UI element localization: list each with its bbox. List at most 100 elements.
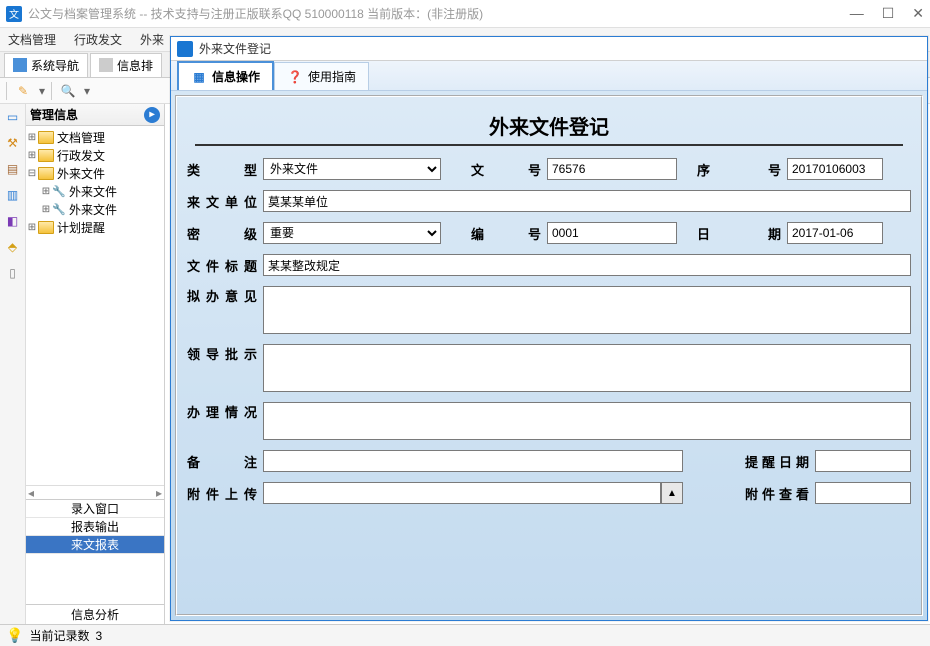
menu-item[interactable]: 行政发文 [74,31,122,48]
status-bar: 💡 当前记录数 3 [0,624,930,646]
label-upload: 附件上传 [187,484,263,503]
status-label: 当前记录数 [29,627,89,644]
form-area: 外来文件登记 类 型 外来文件 文 号 序 号 来文单位 密 级 重要 编 号 … [171,91,927,620]
folder-icon [38,131,54,144]
textarea-approve[interactable] [263,344,911,392]
separator [6,82,7,100]
close-button[interactable]: ✕ [912,5,924,22]
input-docno[interactable] [547,158,677,180]
label-approve: 领导批示 [187,344,263,363]
label-remind: 提醒日期 [745,452,815,471]
label-remark: 备 注 [187,452,263,471]
menu-item[interactable]: 外来 [140,31,164,48]
form-row: 类 型 外来文件 文 号 序 号 [187,158,911,180]
tree-body: ⊞文档管理 ⊞行政发文 ⊟外来文件 ⊞🔧外来文件 ⊞🔧外来文件 ⊞计划提醒 [26,126,164,485]
child-title-text: 外来文件登记 [199,40,271,57]
left-icon-rail: ▭ ⚒ ▤ ▥ ◧ ⬘ ▯ [0,104,26,624]
textarea-handle[interactable] [263,402,911,440]
minimize-button[interactable]: — [850,5,864,22]
side-item-report[interactable]: 报表输出 [26,518,164,536]
input-code[interactable] [547,222,677,244]
select-sec[interactable]: 重要 [263,222,441,244]
child-titlebar: 外来文件登记 [171,37,927,61]
tab-guide[interactable]: ❓ 使用指南 [274,62,369,90]
clipboard-icon[interactable]: ▯ [4,264,22,282]
hammer-icon: 🔧 [52,184,66,198]
side-list: 录入窗口 报表输出 来文报表 信息分析 [26,499,164,624]
tools-icon[interactable]: ⚒ [4,134,22,152]
nav-tab-label: 系统导航 [31,57,79,74]
page-icon[interactable]: ▥ [4,186,22,204]
label-sec: 密 级 [187,224,263,243]
label-docno: 文 号 [441,160,547,179]
dropdown-icon[interactable]: ▾ [84,84,90,98]
list-icon [99,58,113,72]
child-tab-strip: ▦ 信息操作 ❓ 使用指南 [171,61,927,91]
tab-label: 使用指南 [308,68,356,85]
input-view[interactable] [815,482,911,504]
app-icon [177,41,193,57]
window-controls: — ☐ ✕ [850,5,924,22]
title-underline [195,144,903,146]
maximize-button[interactable]: ☐ [882,5,895,22]
separator [51,82,52,100]
bulb-icon: 💡 [6,627,23,644]
doc-icon[interactable]: ▤ [4,160,22,178]
status-value: 3 [95,629,102,643]
tree-node[interactable]: ⊞文档管理 [26,128,164,146]
help-icon: ❓ [287,69,303,85]
tree-node[interactable]: ⊞行政发文 [26,146,164,164]
tree-node[interactable]: ⊟外来文件 [26,164,164,182]
label-handle: 办理情况 [187,402,263,421]
tree-node[interactable]: ⊞🔧外来文件 [26,182,164,200]
tab-info-op[interactable]: ▦ 信息操作 [177,61,274,90]
main-titlebar: 文 公文与档案管理系统 -- 技术支持与注册正版联系QQ 510000118 当… [0,0,930,28]
menu-item[interactable]: 文档管理 [8,31,56,48]
tab-label: 信息操作 [212,68,260,85]
tree-node[interactable]: ⊞🔧外来文件 [26,200,164,218]
form-inner: 外来文件登记 类 型 外来文件 文 号 序 号 来文单位 密 级 重要 编 号 … [175,95,923,616]
input-remind[interactable] [815,450,911,472]
side-gap [26,554,164,604]
label-seq: 序 号 [677,160,787,179]
label-code: 编 号 [441,224,547,243]
tree-scrollbar[interactable]: ◂▸ [26,485,164,499]
edit-button[interactable]: ✎ [13,81,33,101]
book-icon[interactable]: ▭ [4,108,22,126]
left-column: ▭ ⚒ ▤ ▥ ◧ ⬘ ▯ 管理信息 ▸ ⊞文档管理 ⊞行政发文 ⊟外来文件 ⊞… [0,104,165,624]
label-opinion: 拟办意见 [187,286,263,305]
input-title[interactable] [263,254,911,276]
side-footer[interactable]: 信息分析 [26,604,164,624]
puzzle-icon[interactable]: ⬘ [4,238,22,256]
tree-panel: 管理信息 ▸ ⊞文档管理 ⊞行政发文 ⊟外来文件 ⊞🔧外来文件 ⊞🔧外来文件 ⊞… [26,104,164,624]
form-icon: ▦ [191,69,207,85]
window-title: 公文与档案管理系统 -- 技术支持与注册正版联系QQ 510000118 当前版… [28,5,850,22]
collapse-icon[interactable]: ▸ [144,107,160,123]
nav-tab-system[interactable]: 系统导航 [4,53,88,77]
label-title: 文件标题 [187,256,263,275]
child-window: 外来文件登记 ▦ 信息操作 ❓ 使用指南 外来文件登记 类 型 外来文件 文 号… [170,36,928,621]
nav-tab-info[interactable]: 信息排 [90,53,162,77]
nav-tab-label: 信息排 [117,57,153,74]
label-view: 附件查看 [745,484,815,503]
folder-icon [38,221,54,234]
input-date[interactable] [787,222,883,244]
tree-node[interactable]: ⊞计划提醒 [26,218,164,236]
hammer-icon: 🔧 [52,202,66,216]
textarea-opinion[interactable] [263,286,911,334]
input-from[interactable] [263,190,911,212]
label-type: 类 型 [187,160,263,179]
search-button[interactable]: 🔍 [58,81,78,101]
folder-icon [38,149,54,162]
side-item-incoming-report[interactable]: 来文报表 [26,536,164,554]
input-seq[interactable] [787,158,883,180]
select-type[interactable]: 外来文件 [263,158,441,180]
form-title: 外来文件登记 [187,103,911,144]
input-remark[interactable] [263,450,683,472]
flag-icon[interactable]: ◧ [4,212,22,230]
app-icon: 文 [6,6,22,22]
side-item-input[interactable]: 录入窗口 [26,500,164,518]
input-upload[interactable] [263,482,661,504]
upload-button[interactable]: ▲ [661,482,683,504]
dropdown-icon[interactable]: ▾ [39,84,45,98]
